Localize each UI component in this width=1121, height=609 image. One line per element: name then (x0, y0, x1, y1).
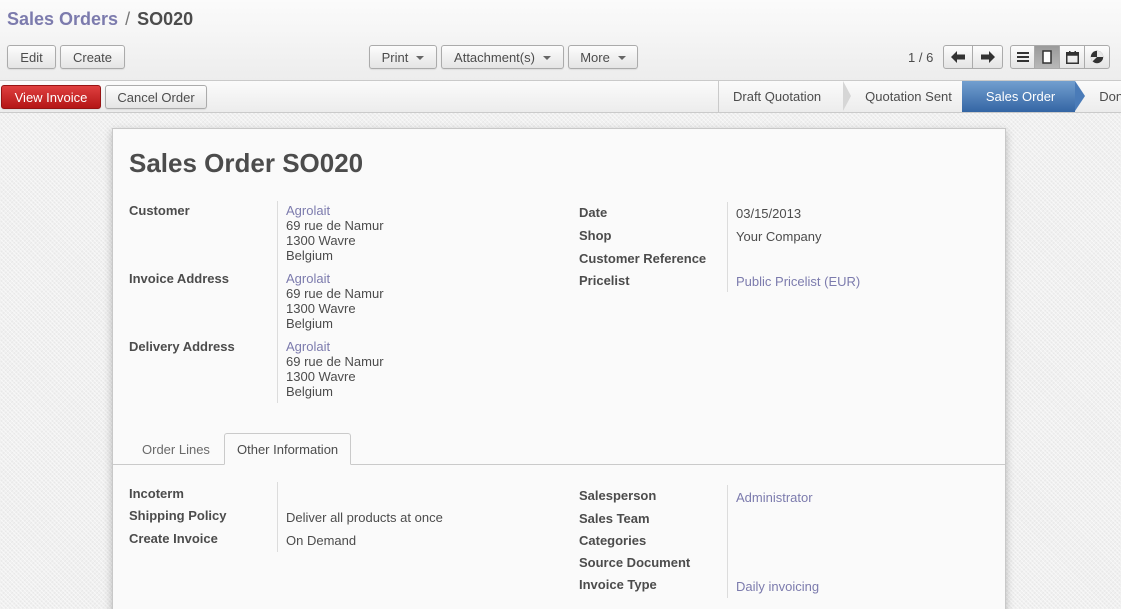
chevron-down-icon (542, 56, 551, 60)
delivery-address-field: Agrolait 69 rue de Namur 1300 Wavre Belg… (286, 339, 384, 399)
customer-link[interactable]: Agrolait (286, 203, 384, 218)
list-view-button[interactable] (1010, 45, 1035, 69)
chevron-down-icon (617, 56, 626, 60)
create-button-label: Create (72, 49, 113, 65)
invoice-type-label: Invoice Type (579, 577, 657, 592)
customer-field: Agrolait 69 rue de Namur 1300 Wavre Belg… (286, 203, 384, 263)
graph-view-button[interactable] (1085, 45, 1110, 69)
attachments-label: Attachment(s) (454, 49, 535, 65)
customer-street: 69 rue de Namur (286, 218, 384, 233)
stage-label: Sales Order (985, 89, 1056, 104)
categories-label: Categories (579, 533, 647, 548)
breadcrumb-separator: / (125, 9, 131, 29)
date-label: Date (579, 205, 608, 220)
more-label: More (580, 49, 610, 65)
stage-sales-order[interactable]: Sales Order (961, 81, 1086, 112)
control-panel: Sales Orders / SO020 Edit Create Print A… (0, 0, 1121, 81)
stage-quotation-sent[interactable]: Quotation Sent (843, 81, 962, 112)
edit-button-label: Edit (20, 49, 43, 65)
view-switcher (1010, 45, 1110, 69)
cancel-order-label: Cancel Order (117, 89, 195, 105)
view-invoice-label: View Invoice (14, 89, 88, 105)
create-invoice-value: On Demand (286, 533, 357, 548)
customer-country: Belgium (286, 248, 333, 263)
shop-label: Shop (579, 228, 612, 243)
view-invoice-button[interactable]: View Invoice (1, 85, 101, 109)
field-divider (277, 482, 278, 552)
edit-button[interactable]: Edit (7, 45, 56, 69)
graph-view-icon (1090, 50, 1104, 64)
tab-other-information[interactable]: Other Information (224, 433, 352, 465)
customer-city: 1300 Wavre (286, 233, 356, 248)
breadcrumb-parent-link[interactable]: Sales Orders (7, 9, 118, 29)
customer-reference-label: Customer Reference (579, 251, 707, 266)
form-title: Sales Order SO020 (129, 148, 364, 178)
stage-draft-quotation[interactable]: Draft Quotation (719, 81, 852, 112)
arrow-left-icon (951, 51, 965, 63)
delivery-address-city: 1300 Wavre (286, 369, 356, 384)
delivery-address-country: Belgium (286, 384, 333, 399)
pager-next-button[interactable] (973, 45, 1003, 69)
tab-label: Order Lines (142, 441, 210, 457)
sales-team-label: Sales Team (579, 511, 650, 526)
stage-label: Draft Quotation (733, 89, 822, 104)
date-value: 03/15/2013 (736, 206, 802, 221)
shipping-policy-value: Deliver all products at once (286, 510, 443, 525)
cancel-order-button[interactable]: Cancel Order (105, 85, 207, 109)
invoice-address-country: Belgium (286, 316, 333, 331)
chevron-down-icon (416, 56, 425, 60)
pricelist-link[interactable]: Public Pricelist (EUR) (736, 274, 860, 289)
tab-label: Other Information (237, 441, 339, 457)
action-statusbar-row: View Invoice Cancel Order Draft Quotatio… (0, 81, 1121, 113)
invoice-address-link[interactable]: Agrolait (286, 271, 384, 286)
arrow-right-icon (980, 51, 995, 63)
more-dropdown-button[interactable]: More (568, 45, 638, 69)
salesperson-link[interactable]: Administrator (736, 490, 813, 505)
field-divider (727, 202, 728, 292)
breadcrumb: Sales Orders / SO020 (7, 9, 193, 30)
breadcrumb-current: SO020 (137, 9, 194, 29)
print-label: Print (381, 49, 409, 65)
source-document-label: Source Document (579, 555, 691, 570)
pager-buttons (943, 45, 1003, 69)
stage-label: Quotation Sent (865, 89, 952, 104)
tab-order-lines[interactable]: Order Lines (130, 433, 222, 465)
delivery-address-label: Delivery Address (129, 339, 235, 354)
delivery-address-street: 69 rue de Namur (286, 354, 384, 369)
calendar-view-button[interactable] (1060, 45, 1085, 69)
form-sheet: Sales Order SO020 Customer Agrolait 69 r… (112, 128, 1006, 609)
shipping-policy-label: Shipping Policy (129, 508, 227, 523)
invoice-address-label: Invoice Address (129, 271, 229, 286)
stage-label: Done (1099, 89, 1121, 104)
form-view-button[interactable] (1035, 45, 1060, 69)
list-view-icon (1016, 52, 1029, 62)
pager-previous-button[interactable] (943, 45, 973, 69)
pricelist-label: Pricelist (579, 273, 630, 288)
attachments-dropdown-button[interactable]: Attachment(s) (441, 45, 564, 69)
create-button[interactable]: Create (60, 45, 125, 69)
invoice-address-field: Agrolait 69 rue de Namur 1300 Wavre Belg… (286, 271, 384, 331)
delivery-address-link[interactable]: Agrolait (286, 339, 384, 354)
field-divider (727, 485, 728, 598)
invoice-address-city: 1300 Wavre (286, 301, 356, 316)
field-divider (277, 201, 278, 403)
incoterm-label: Incoterm (129, 486, 184, 501)
customer-label: Customer (129, 203, 190, 218)
print-dropdown-button[interactable]: Print (369, 45, 437, 69)
invoice-type-link[interactable]: Daily invoicing (736, 579, 819, 594)
create-invoice-label: Create Invoice (129, 531, 218, 546)
shop-value: Your Company (736, 229, 822, 244)
salesperson-label: Salesperson (579, 488, 657, 503)
pager-counter: 1 / 6 (908, 50, 934, 65)
status-bar: Draft Quotation Quotation Sent Sales Ord… (718, 81, 1121, 112)
invoice-address-street: 69 rue de Namur (286, 286, 384, 301)
calendar-view-icon (1065, 50, 1079, 64)
form-view-icon (1042, 50, 1052, 64)
